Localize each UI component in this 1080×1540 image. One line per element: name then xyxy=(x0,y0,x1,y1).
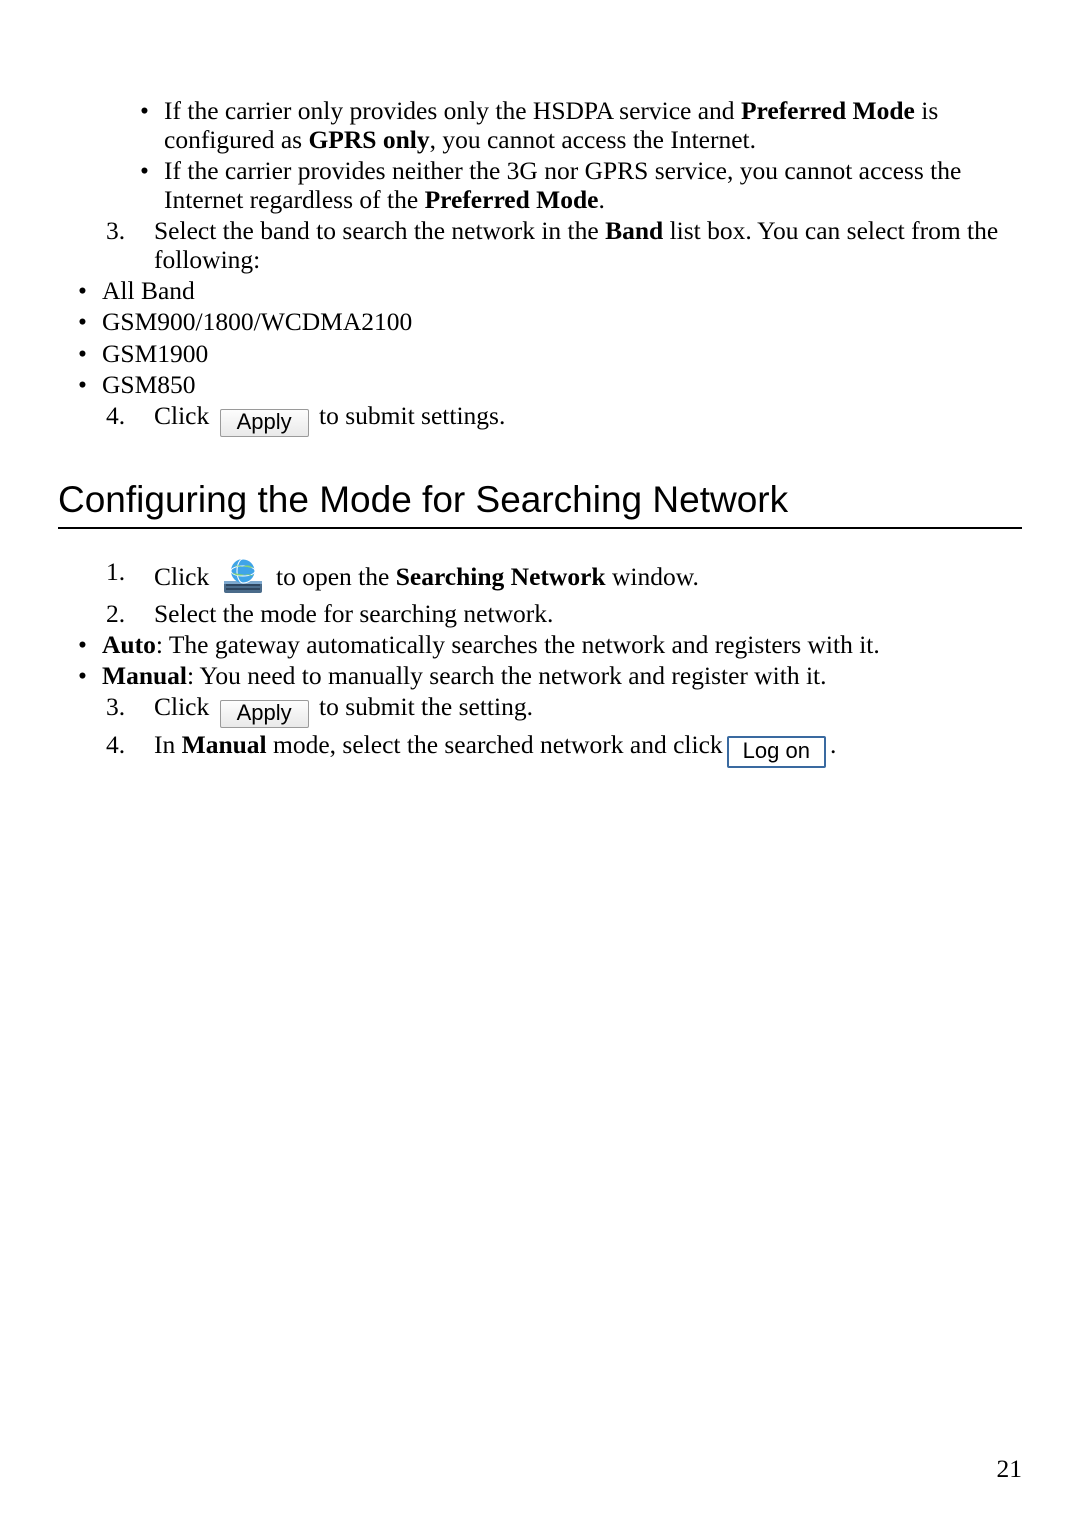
text: Select the mode for searching network. xyxy=(154,599,1022,628)
log-on-button[interactable]: Log on xyxy=(727,736,826,768)
apply-button[interactable]: Apply xyxy=(220,700,309,728)
bullet-icon: • xyxy=(78,339,102,368)
search-step-3: 3. Click Apply to submit the setting. xyxy=(58,692,1022,728)
section-heading: Configuring the Mode for Searching Netwo… xyxy=(58,479,1022,529)
text: Select the band to search the network in… xyxy=(154,216,605,245)
text: . xyxy=(599,185,605,214)
text-bold: GPRS only xyxy=(308,125,429,154)
note-no-3g: • If the carrier provides neither the 3G… xyxy=(58,156,1022,214)
search-step-1: 1. Click to open the Searching Netwo xyxy=(58,557,1022,597)
bullet-icon: • xyxy=(78,276,102,305)
text: In xyxy=(154,730,182,759)
text-bold: Searching Network xyxy=(396,562,606,591)
text-bold: Preferred Mode xyxy=(741,96,915,125)
bullet-icon: • xyxy=(78,370,102,399)
list-number: 3. xyxy=(106,692,154,728)
bullet-icon: • xyxy=(78,661,102,690)
text: Click xyxy=(154,562,216,591)
step-4-top: 4. Click Apply to submit settings. xyxy=(58,401,1022,437)
text-bold: Band xyxy=(605,216,663,245)
text: All Band xyxy=(102,276,195,305)
text: to submit settings. xyxy=(313,401,506,430)
mode-manual: • Manual: You need to manually search th… xyxy=(58,661,1022,690)
band-option: • GSM900/1800/WCDMA2100 xyxy=(58,307,1022,336)
list-number: 3. xyxy=(106,216,154,274)
text: Click xyxy=(154,401,216,430)
band-option: • GSM1900 xyxy=(58,339,1022,368)
apply-button[interactable]: Apply xyxy=(220,409,309,437)
band-option: • GSM850 xyxy=(58,370,1022,399)
list-number: 2. xyxy=(106,599,154,628)
step-3: 3. Select the band to search the network… xyxy=(58,216,1022,274)
search-step-2: 2. Select the mode for searching network… xyxy=(58,599,1022,628)
list-number: 1. xyxy=(106,557,154,597)
page-number: 21 xyxy=(997,1454,1023,1484)
text: Click xyxy=(154,692,216,721)
text: GSM900/1800/WCDMA2100 xyxy=(102,307,412,336)
searching-network-icon[interactable] xyxy=(220,557,266,597)
list-number: 4. xyxy=(106,730,154,768)
text: to open the xyxy=(270,562,396,591)
text: . xyxy=(830,730,836,759)
text: window. xyxy=(606,562,699,591)
text-bold: Manual xyxy=(182,730,267,759)
text: : The gateway automatically searches the… xyxy=(156,630,880,659)
text-bold: Preferred Mode xyxy=(425,185,599,214)
text: mode, select the searched network and cl… xyxy=(267,730,723,759)
text: , you cannot access the Internet. xyxy=(430,125,756,154)
list-number: 4. xyxy=(106,401,154,437)
text: to submit the setting. xyxy=(313,692,533,721)
text-bold: Manual xyxy=(102,661,187,690)
text: GSM850 xyxy=(102,370,196,399)
text: GSM1900 xyxy=(102,339,208,368)
band-option: • All Band xyxy=(58,276,1022,305)
note-hsdpa: • If the carrier only provides only the … xyxy=(58,96,1022,154)
text: : You need to manually search the networ… xyxy=(187,661,826,690)
mode-auto: • Auto: The gateway automatically search… xyxy=(58,630,1022,659)
bullet-icon: • xyxy=(140,96,164,154)
bullet-icon: • xyxy=(140,156,164,214)
bullet-icon: • xyxy=(78,630,102,659)
search-step-4: 4. In Manual mode, select the searched n… xyxy=(58,730,1022,768)
text: If the carrier only provides only the HS… xyxy=(164,96,741,125)
text-bold: Auto xyxy=(102,630,156,659)
bullet-icon: • xyxy=(78,307,102,336)
